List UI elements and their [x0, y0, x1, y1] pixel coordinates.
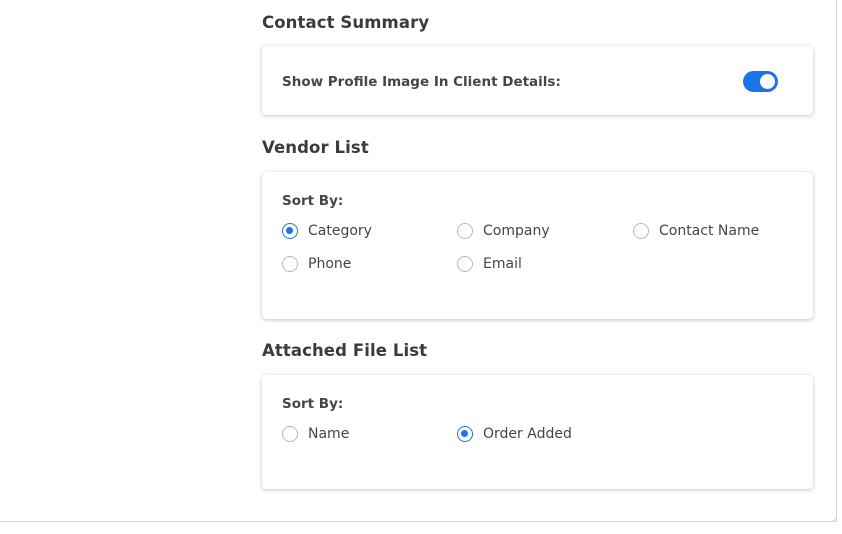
- attached-file-list-card: Sort By: Name Order Added: [262, 375, 813, 489]
- vendor-sort-option-phone[interactable]: Phone: [282, 256, 351, 272]
- toggle-knob: [760, 74, 775, 89]
- radio-checked-icon[interactable]: [457, 426, 473, 442]
- file-sort-option-name[interactable]: Name: [282, 426, 349, 442]
- contact-summary-card: Show Profile Image In Client Details:: [262, 46, 813, 115]
- radio-label: Contact Name: [659, 223, 760, 239]
- attached-file-list-title: Attached File List: [262, 341, 428, 360]
- radio-unchecked-icon[interactable]: [633, 223, 649, 239]
- file-sort-by-label: Sort By:: [282, 396, 344, 412]
- radio-label: Phone: [308, 256, 352, 272]
- settings-page: Contact Summary Show Profile Image In Cl…: [0, 0, 842, 534]
- radio-unchecked-icon[interactable]: [457, 223, 473, 239]
- radio-unchecked-icon[interactable]: [457, 256, 473, 272]
- vendor-list-title: Vendor List: [262, 138, 369, 157]
- show-profile-image-label: Show Profile Image In Client Details:: [282, 74, 561, 90]
- radio-unchecked-icon[interactable]: [282, 426, 298, 442]
- contact-summary-title: Contact Summary: [262, 13, 430, 32]
- vendor-sort-option-contact-name[interactable]: Contact Name: [633, 223, 759, 239]
- radio-checked-icon[interactable]: [282, 223, 298, 239]
- radio-unchecked-icon[interactable]: [282, 256, 298, 272]
- radio-label: Category: [308, 223, 372, 239]
- panel-border-bottom: [0, 521, 837, 522]
- file-sort-option-order-added[interactable]: Order Added: [457, 426, 572, 442]
- vendor-sort-by-label: Sort By:: [282, 193, 344, 209]
- vendor-sort-option-category[interactable]: Category: [282, 223, 372, 239]
- vendor-sort-option-company[interactable]: Company: [457, 223, 550, 239]
- vendor-sort-option-email[interactable]: Email: [457, 256, 522, 272]
- panel-border-right: [836, 0, 837, 522]
- radio-label: Company: [483, 223, 550, 239]
- radio-label: Name: [308, 426, 350, 442]
- show-profile-image-toggle[interactable]: [743, 71, 778, 92]
- vendor-list-card: Sort By: Category Company Contact Name P…: [262, 172, 813, 319]
- radio-label: Email: [483, 256, 522, 272]
- radio-label: Order Added: [483, 426, 572, 442]
